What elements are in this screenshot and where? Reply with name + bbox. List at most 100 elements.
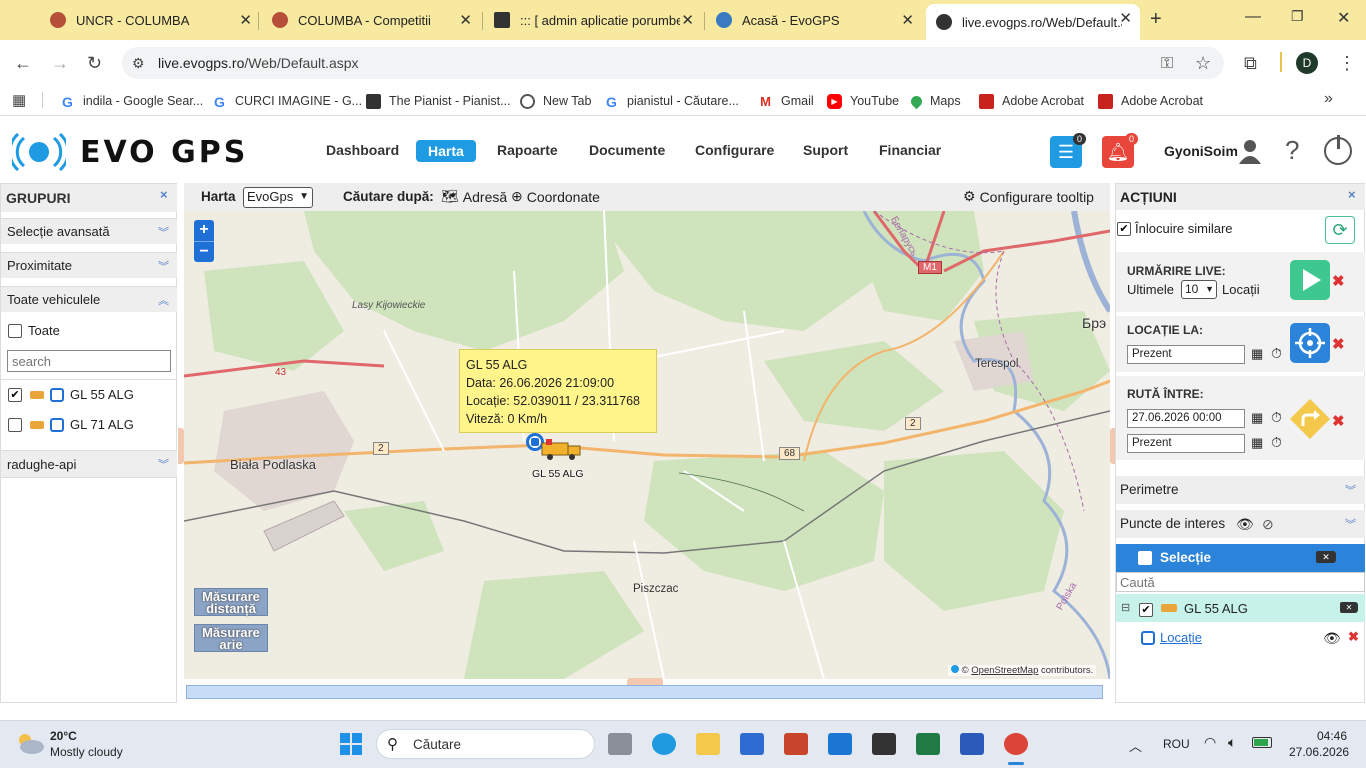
measure-area-button[interactable]: Măsurare arie (194, 624, 268, 652)
vehicle-row[interactable]: GL 71 ALG (8, 417, 134, 432)
section-proximity[interactable]: Proximitate ︾ (1, 252, 177, 278)
word-icon[interactable] (960, 733, 984, 755)
collapse-tree-icon[interactable]: ⊟ (1121, 601, 1130, 614)
tooltip-config-button[interactable]: ⚙ Configurare tooltip (963, 188, 1094, 205)
eye-icon[interactable]: 👁︎ (1323, 630, 1341, 647)
group-radughe-api[interactable]: radughe-api ︾ (1, 450, 177, 478)
replace-similar-checkbox[interactable]: ✔ (1117, 221, 1131, 236)
clear-live-icon[interactable]: ✖ (1332, 272, 1345, 290)
reload-icon[interactable]: ↻ (87, 53, 102, 74)
nav-configurare[interactable]: Configurare (695, 142, 774, 158)
file-explorer-icon[interactable] (696, 733, 720, 755)
site-info-icon[interactable]: ⚙ (132, 55, 145, 72)
user-icon[interactable] (1238, 138, 1262, 164)
profile-avatar[interactable]: D (1296, 52, 1318, 74)
bookmark-youtube[interactable]: ▶ YouTube (827, 92, 899, 110)
play-button[interactable] (1290, 260, 1330, 300)
apps-grid-icon[interactable]: ▦ (12, 91, 26, 109)
close-tab-icon[interactable]: ✕ (459, 11, 472, 29)
url-text[interactable]: live.evogps.ro/Web/Default.aspx (158, 55, 359, 71)
location-at-input[interactable]: Prezent (1127, 345, 1245, 364)
map-tiles[interactable] (184, 211, 1110, 679)
poi-search-input[interactable] (1116, 572, 1365, 592)
route-from-input[interactable]: 27.06.2026 00:00 (1127, 409, 1245, 428)
locate-button[interactable] (1290, 323, 1330, 363)
bookmark-indila[interactable]: Gindila - Google Sear... (60, 92, 203, 110)
clock-icon[interactable]: ⏱︎ (1271, 434, 1282, 451)
forward-icon[interactable]: → (51, 53, 69, 74)
username[interactable]: GyoniSoim (1164, 143, 1238, 159)
bookmark-acrobat-2[interactable]: Adobe Acrobat (1098, 92, 1203, 110)
clear-route-icon[interactable]: ✖ (1332, 412, 1345, 430)
close-tab-icon[interactable]: ✕ (239, 11, 252, 29)
wifi-icon[interactable]: ◠ (1204, 734, 1216, 751)
close-window-icon[interactable]: ✕ (1337, 8, 1350, 28)
kebab-menu-icon[interactable]: ⋮ (1338, 53, 1356, 74)
section-advanced-selection[interactable]: Selecție avansată ︾ (1, 218, 177, 244)
tab-columba-competitii[interactable]: COLUMBA - Competitii ✕ (262, 6, 480, 34)
close-tab-icon[interactable]: ✕ (901, 11, 914, 29)
bookmark-acrobat-1[interactable]: Adobe Acrobat (979, 92, 1084, 110)
replace-similar-row[interactable]: ✔ Înlocuire similare (1117, 221, 1233, 236)
chevron-down-icon[interactable]: ︾ (1345, 516, 1356, 532)
password-key-icon[interactable]: ⚿ (1161, 55, 1173, 73)
battery-icon[interactable] (1252, 737, 1272, 748)
zoom-in-button[interactable]: + (194, 220, 214, 240)
excel-icon[interactable] (916, 733, 940, 755)
live-count-select[interactable]: 10 ▼ (1181, 280, 1217, 299)
perimeters-section[interactable]: Perimetre (1116, 476, 1365, 504)
volume-icon[interactable]: 🔈︎ (1228, 734, 1236, 751)
chevron-down-icon[interactable]: ︾ (1345, 482, 1356, 498)
powerpoint-icon[interactable] (784, 733, 808, 755)
tray-chevron-up-icon[interactable]: ︿ (1129, 736, 1142, 755)
vehicle-row[interactable]: ✔ GL 55 ALG (8, 387, 134, 402)
minimize-icon[interactable]: — (1245, 8, 1261, 26)
clock-time[interactable]: 04:46 (1317, 729, 1347, 743)
clock-icon[interactable]: ⏱︎ (1271, 345, 1282, 362)
nav-financiar[interactable]: Financiar (879, 142, 941, 158)
extensions-icon[interactable]: ⧉ (1244, 53, 1257, 74)
task-view-icon[interactable] (608, 733, 632, 755)
nav-rapoarte[interactable]: Rapoarte (497, 142, 558, 158)
bottom-panel-toggle[interactable] (627, 678, 663, 685)
actions-close-icon[interactable]: × (1348, 187, 1356, 202)
search-by-coordinates[interactable]: ⊕ Coordonate (511, 188, 600, 205)
tab-live-evogps[interactable]: live.evogps.ro/Web/Default.a ✕ (926, 4, 1140, 40)
bookmark-curci[interactable]: G CURCI IMAGINE - G... (212, 92, 362, 110)
windows-start-icon[interactable] (339, 732, 363, 756)
dropbox-icon[interactable] (872, 733, 896, 755)
bookmark-maps[interactable]: Maps (908, 92, 961, 110)
select-all-row[interactable]: Toate (8, 323, 60, 338)
search-by-address[interactable]: 🗺︎ Adresă (441, 188, 507, 205)
backspace-icon[interactable]: ✕ (1340, 602, 1358, 613)
bookmark-new-tab[interactable]: New Tab (520, 92, 591, 110)
close-tab-icon[interactable]: ✕ (1119, 9, 1132, 27)
tab-uncr-columba[interactable]: UNCR - COLUMBA ✕ (40, 6, 260, 34)
eye-off-icon[interactable]: ⊘ (1262, 516, 1274, 533)
evogps-logo-icon[interactable] (8, 132, 70, 172)
zoom-out-button[interactable]: − (194, 241, 214, 261)
vehicle-search-input[interactable] (7, 350, 171, 372)
left-panel-toggle[interactable] (178, 428, 184, 464)
bookmark-pianistul[interactable]: Gpianistul - Căutare... (604, 92, 739, 110)
weather-cloud-icon[interactable] (14, 731, 46, 755)
chrome-icon[interactable] (1004, 733, 1028, 755)
select-all-checkbox[interactable] (8, 323, 22, 338)
mail-icon[interactable] (828, 733, 852, 755)
truck-icon[interactable] (540, 437, 582, 461)
refresh-icon[interactable]: ⟳ (1325, 216, 1355, 244)
clock-icon[interactable]: ⏱︎ (1271, 409, 1282, 426)
route-to-input[interactable]: Prezent (1127, 434, 1245, 453)
poi-location-link[interactable]: Locație (1160, 630, 1202, 645)
nav-documente[interactable]: Documente (589, 142, 665, 158)
tab-acasa-evogps[interactable]: Acasă - EvoGPS ✕ (706, 6, 922, 34)
store-icon[interactable] (740, 733, 764, 755)
calendar-icon[interactable]: ▦ (1251, 410, 1263, 426)
tab-admin-aplicatie[interactable]: ::: [ admin aplicatie porumbe ✕ (484, 6, 702, 34)
delete-icon[interactable]: ✖ (1348, 629, 1359, 645)
bottom-panel-bar[interactable] (186, 685, 1103, 699)
calendar-icon[interactable]: ▦ (1251, 435, 1263, 451)
more-bookmarks-icon[interactable]: » (1324, 90, 1333, 108)
bookmark-pianist[interactable]: The Pianist - Pianist... (366, 92, 511, 110)
nav-harta[interactable]: Harta (416, 140, 476, 162)
